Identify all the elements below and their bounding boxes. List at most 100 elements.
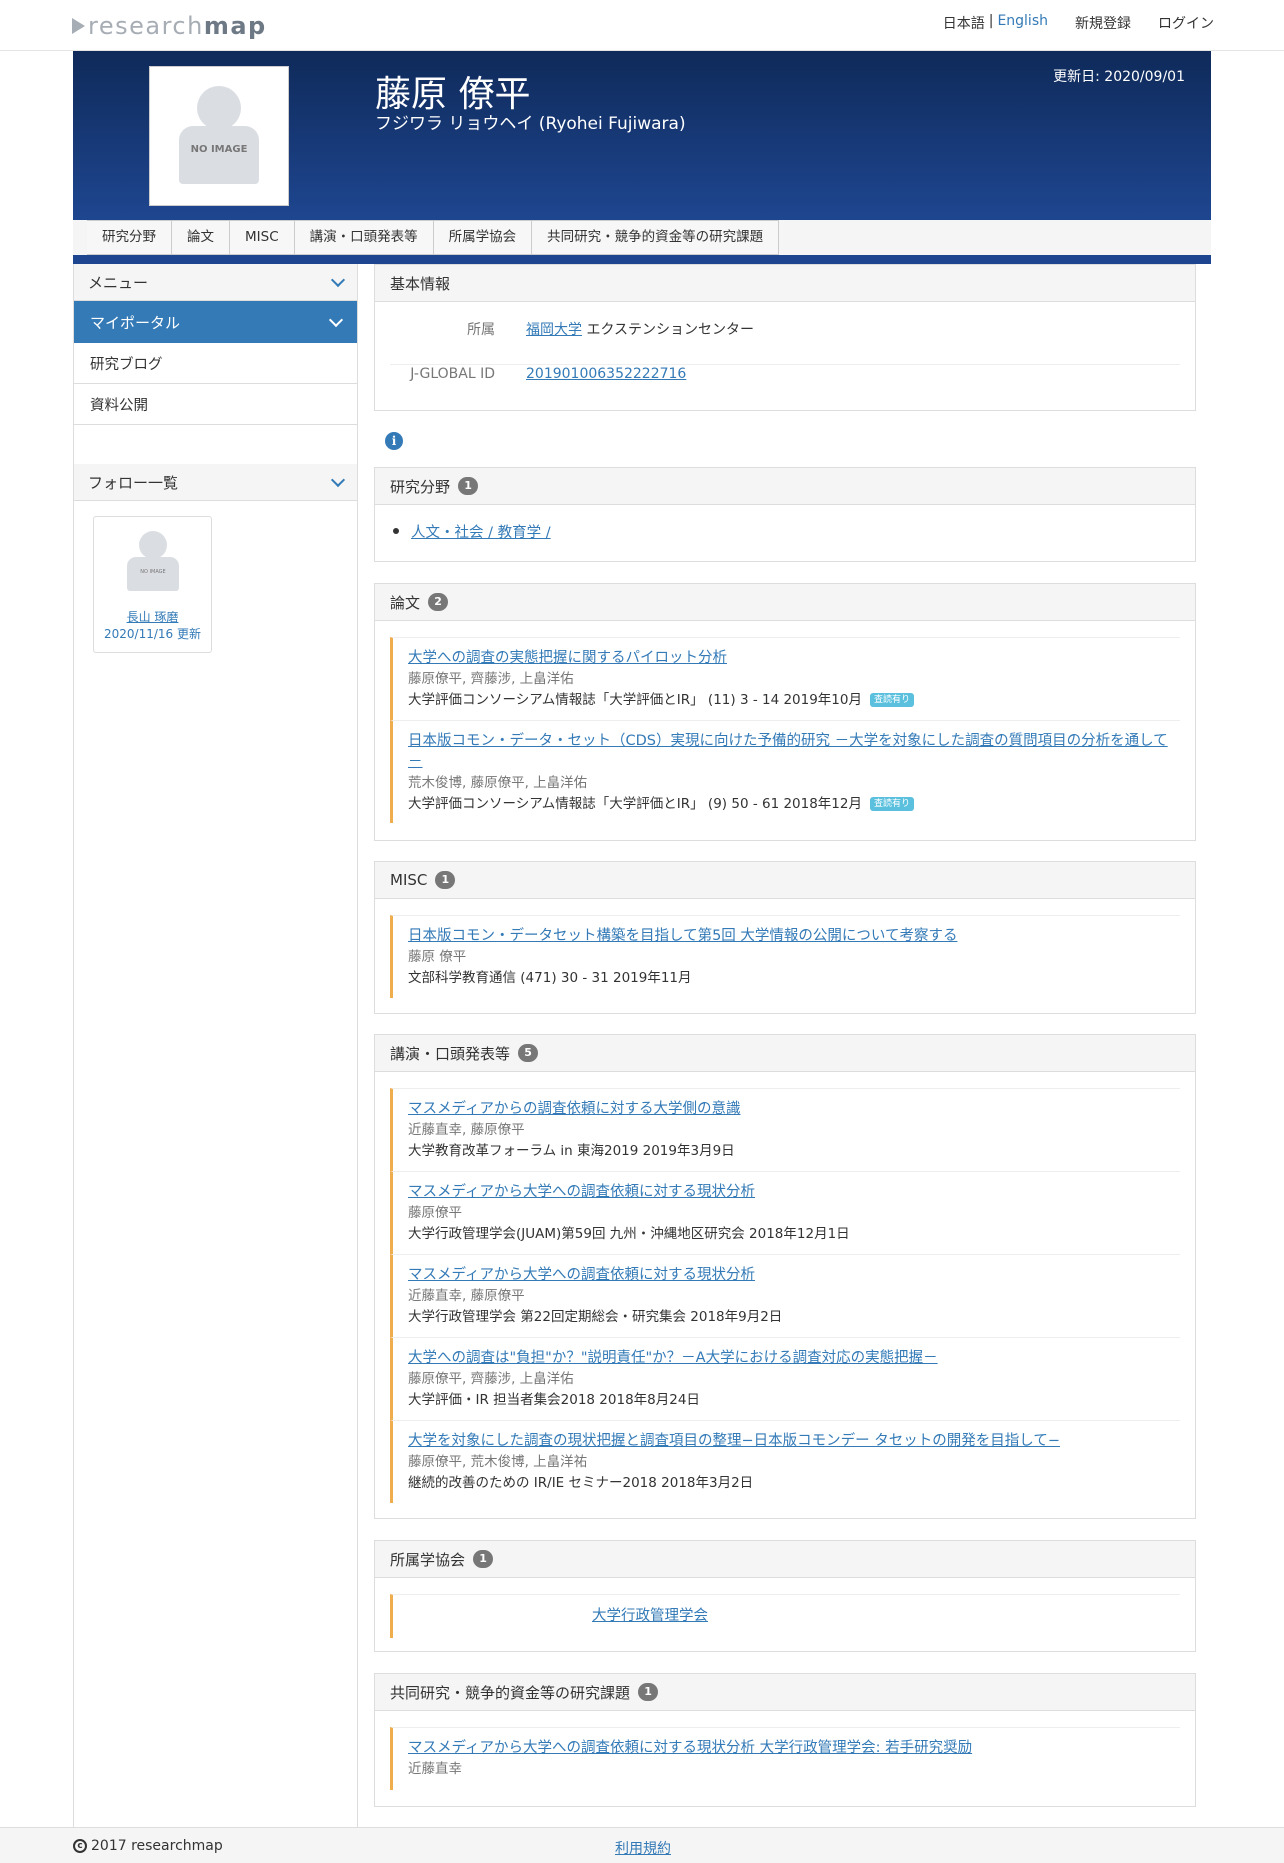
presentation-authors: 近藤直幸, 藤原僚平 — [408, 1288, 525, 1304]
top-header: research map 日本語 | English 新規登録 ログイン — [0, 0, 1284, 51]
panel-header: MISC 1 — [375, 862, 1195, 899]
list-item: 人文・社会 / 教育学 / — [393, 521, 551, 542]
presentation-title-link[interactable]: 大学への調査は"負担"か？"説明責任"か？－A大学における調査対応の実態把握－ — [408, 1348, 1180, 1369]
presentation-title-link[interactable]: マスメディアから大学への調査依頼に対する現状分析 — [408, 1265, 1180, 1286]
no-image-placeholder: NO IMAGE — [179, 86, 259, 186]
research-projects-panel: 共同研究・競争的資金等の研究課題 1 マスメディアから大学への調査依頼に対する現状… — [374, 1673, 1196, 1807]
affiliation-label: 所属 — [467, 322, 495, 338]
paper-title-link[interactable]: 日本版コモン・データ・セット（CDS）実現に向けた予備的研究 －大学を対象にした… — [408, 731, 1180, 773]
misc-item: 日本版コモン・データセット構築を目指して第5回 大学情報の公開について考察する … — [390, 915, 1180, 998]
chevron-down-icon[interactable] — [328, 312, 344, 327]
jglobal-row: J-GLOBAL ID 201901006352222716 — [390, 366, 1180, 406]
presentation-item: マスメディアから大学への調査依頼に対する現状分析 近藤直幸, 藤原僚平 大学行政… — [390, 1254, 1180, 1337]
panel-header: 共同研究・競争的資金等の研究課題 1 — [375, 1674, 1195, 1711]
chevron-down-icon[interactable] — [330, 472, 346, 487]
tab-presentations[interactable]: 講演・口頭発表等 — [294, 220, 434, 255]
chevron-down-icon[interactable] — [330, 272, 346, 287]
paper-authors: 荒木俊博, 藤原僚平, 上畠洋佑 — [408, 775, 588, 791]
project-title-link[interactable]: マスメディアから大学への調査依頼に対する現状分析 大学行政管理学会: 若手研究奨… — [408, 1738, 1180, 1759]
follow-avatar: NO IMAGE — [127, 531, 179, 591]
presentation-event: 大学教育改革フォーラム in 東海2019 2019年3月9日 — [408, 1143, 735, 1159]
basic-info-panel: 基本情報 所属 福岡大学 エクステンションセンター J-GLOBAL ID 20… — [374, 264, 1196, 411]
count-badge: 1 — [435, 871, 456, 889]
logo-text-light: research — [88, 12, 204, 40]
presentation-event: 大学行政管理学会(JUAM)第59回 九州・沖縄地区研究会 2018年12月1日 — [408, 1226, 850, 1242]
jglobal-label: J-GLOBAL ID — [410, 366, 495, 382]
tab-papers[interactable]: 論文 — [172, 220, 230, 255]
research-field-link[interactable]: 人文・社会 / 教育学 / — [411, 525, 551, 541]
page-footer: c 2017 researchmap 利用規約 — [0, 1827, 1284, 1863]
follow-list-header[interactable]: フォロー一覧 — [74, 464, 357, 501]
count-badge: 1 — [638, 1683, 659, 1701]
tab-misc[interactable]: MISC — [230, 220, 295, 255]
presentation-title-link[interactable]: 大学を対象にした調査の現状把握と調査項目の整理−日本版コモンデー タセットの開発… — [408, 1431, 1180, 1452]
presentation-item: マスメディアからの調査依頼に対する大学側の意識 近藤直幸, 藤原僚平 大学教育改… — [390, 1088, 1180, 1171]
panel-header: 研究分野 1 — [375, 468, 1195, 505]
count-badge: 1 — [473, 1550, 494, 1568]
panel-title: 講演・口頭発表等 — [390, 1044, 511, 1063]
no-image-label: NO IMAGE — [190, 144, 248, 155]
presentation-item: マスメディアから大学への調査依頼に対する現状分析 藤原僚平 大学行政管理学会(J… — [390, 1171, 1180, 1254]
profile-updated-date: 更新日: 2020/09/01 — [1053, 69, 1185, 85]
avatar-head-shape — [197, 86, 241, 130]
society-link[interactable]: 大学行政管理学会 — [592, 1606, 1180, 1627]
paper-title-link[interactable]: 大学への調査の実態把握に関するパイロット分析 — [408, 648, 1180, 669]
register-link[interactable]: 新規登録 — [1075, 13, 1131, 33]
lang-separator: | — [988, 13, 994, 29]
panel-title: 共同研究・競争的資金等の研究課題 — [390, 1683, 631, 1702]
paper-publication: 大学評価コンソーシアム情報誌「大学評価とIR」 (11) 3 - 14 2019… — [408, 690, 1180, 711]
panel-title: 所属学協会 — [390, 1550, 466, 1569]
affiliation-row: 所属 福岡大学 エクステンションセンター — [390, 319, 1180, 365]
panel-header: 論文 2 — [375, 584, 1195, 621]
logo-play-icon — [72, 18, 85, 34]
sidebar-item-materials[interactable]: 資料公開 — [74, 384, 357, 425]
tab-research-projects[interactable]: 共同研究・競争的資金等の研究課題 — [532, 220, 780, 255]
presentation-event: 大学評価・IR 担当者集会2018 2018年8月24日 — [408, 1392, 700, 1408]
papers-panel: 論文 2 大学への調査の実態把握に関するパイロット分析 藤原僚平, 齊藤涉, 上畠… — [374, 583, 1196, 841]
lang-english[interactable]: English — [997, 13, 1048, 33]
no-image-label: NO IMAGE — [140, 569, 166, 575]
top-links: 日本語 | English 新規登録 ログイン — [943, 13, 1214, 33]
avatar-head-shape — [139, 531, 167, 559]
info-icon[interactable]: i — [385, 432, 403, 450]
terms-of-use-link[interactable]: 利用規約 — [615, 1838, 671, 1858]
profile-name-kana: フジワラ リョウヘイ (Ryohei Fujiwara) — [375, 114, 686, 134]
sidebar-item-research-blog[interactable]: 研究ブログ — [74, 343, 357, 384]
paper-pub-text: 大学評価コンソーシアム情報誌「大学評価とIR」 (11) 3 - 14 2019… — [408, 692, 862, 708]
peer-reviewed-badge: 査読有り — [870, 797, 915, 811]
count-badge: 2 — [428, 593, 449, 611]
affiliation-link[interactable]: 福岡大学 — [526, 322, 582, 338]
paper-authors: 藤原僚平, 齊藤涉, 上畠洋佑 — [408, 671, 574, 687]
peer-reviewed-badge: 査読有り — [870, 693, 915, 707]
presentation-title-link[interactable]: マスメディアから大学への調査依頼に対する現状分析 — [408, 1182, 1180, 1203]
follow-name-link[interactable]: 長山 琢磨 — [94, 608, 211, 625]
tab-societies[interactable]: 所属学協会 — [433, 220, 533, 255]
presentation-authors: 近藤直幸, 藤原僚平 — [408, 1122, 525, 1138]
paper-publication: 大学評価コンソーシアム情報誌「大学評価とIR」 (9) 50 - 61 2018… — [408, 794, 1180, 815]
profile-avatar: NO IMAGE — [149, 66, 289, 206]
profile-banner: NO IMAGE 藤原 僚平 フジワラ リョウヘイ (Ryohei Fujiwa… — [73, 51, 1211, 220]
menu-title: メニュー — [88, 273, 149, 292]
tab-research-field[interactable]: 研究分野 — [87, 220, 172, 255]
panel-title: 論文 — [390, 593, 421, 612]
misc-publication: 文部科学教育通信 (471) 30 - 31 2019年11月 — [408, 970, 692, 986]
presentation-item: 大学への調査は"負担"か？"説明責任"か？－A大学における調査対応の実態把握－ … — [390, 1337, 1180, 1420]
count-badge: 1 — [458, 477, 479, 495]
follow-card[interactable]: NO IMAGE 長山 琢磨 2020/11/16 更新 — [93, 516, 212, 653]
presentation-title-link[interactable]: マスメディアからの調査依頼に対する大学側の意識 — [408, 1099, 1180, 1120]
count-badge: 5 — [518, 1044, 539, 1062]
copyright-text: 2017 researchmap — [91, 1838, 223, 1854]
paper-item: 大学への調査の実態把握に関するパイロット分析 藤原僚平, 齊藤涉, 上畠洋佑 大… — [390, 637, 1180, 720]
societies-panel: 所属学協会 1 大学行政管理学会 — [374, 1540, 1196, 1652]
copyright-icon: c — [73, 1839, 87, 1853]
society-item: 大学行政管理学会 — [390, 1594, 1180, 1638]
sidebar-item-my-portal[interactable]: マイポータル — [74, 301, 357, 343]
login-link[interactable]: ログイン — [1158, 13, 1214, 33]
misc-title-link[interactable]: 日本版コモン・データセット構築を目指して第5回 大学情報の公開について考察する — [408, 926, 1180, 947]
presentations-panel: 講演・口頭発表等 5 マスメディアからの調査依頼に対する大学側の意識 近藤直幸, … — [374, 1034, 1196, 1519]
jglobal-id-link[interactable]: 201901006352222716 — [526, 366, 686, 382]
menu-header[interactable]: メニュー — [74, 264, 357, 301]
lang-japanese[interactable]: 日本語 — [943, 13, 985, 33]
researchmap-logo[interactable]: research map — [72, 12, 267, 40]
affiliation-department: エクステンションセンター — [582, 322, 755, 338]
